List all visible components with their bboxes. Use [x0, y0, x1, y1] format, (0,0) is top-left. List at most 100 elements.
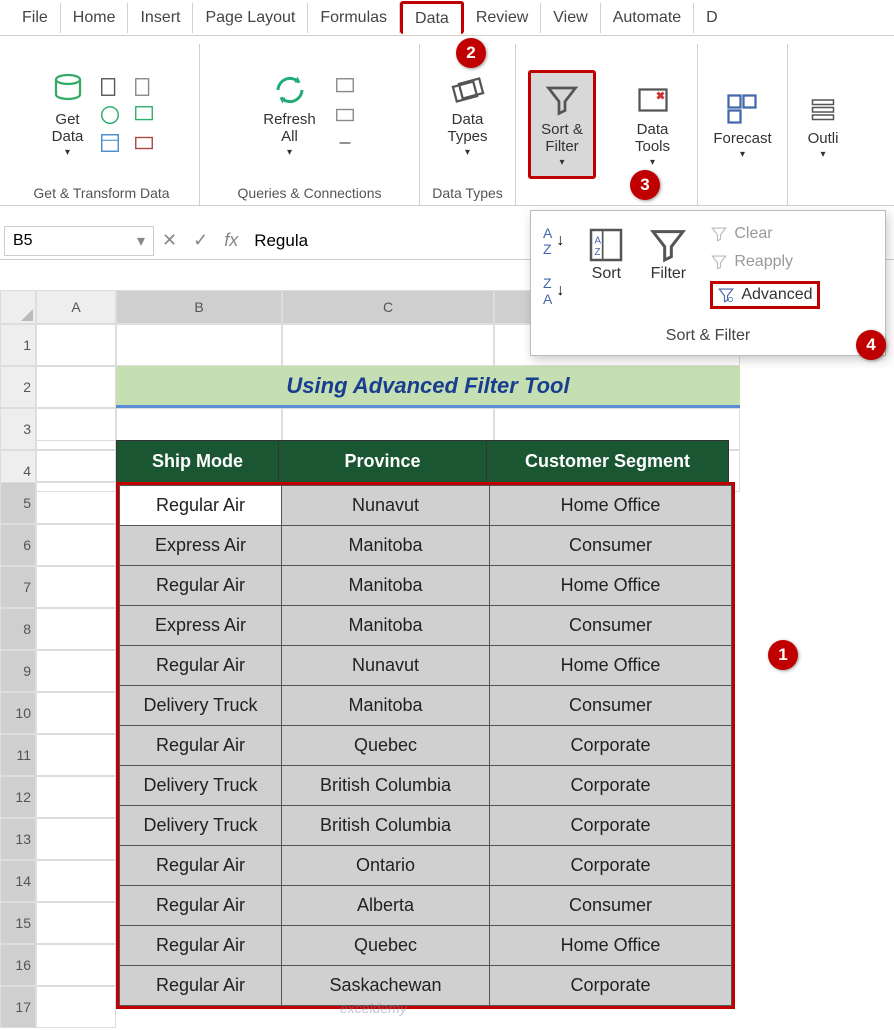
row-header-10[interactable]: 10 — [0, 692, 36, 734]
picture-icon[interactable] — [133, 104, 155, 126]
row-header-15[interactable]: 15 — [0, 902, 36, 944]
cancel-icon[interactable]: ✕ — [162, 230, 177, 251]
table-cell[interactable]: Home Office — [490, 566, 732, 606]
row-header-16[interactable]: 16 — [0, 944, 36, 986]
table-cell[interactable]: Home Office — [490, 646, 732, 686]
table-cell[interactable]: Ontario — [282, 846, 490, 886]
recent-icon[interactable] — [133, 76, 155, 98]
table-cell[interactable]: Nunavut — [282, 646, 490, 686]
row-header-5[interactable]: 5 — [0, 482, 36, 524]
table-cell[interactable]: Manitoba — [282, 686, 490, 726]
row-header-1[interactable]: 1 — [0, 324, 36, 366]
table-cell[interactable]: Regular Air — [120, 846, 282, 886]
header-province[interactable]: Province — [279, 441, 487, 483]
table-cell[interactable]: Delivery Truck — [120, 686, 282, 726]
table-row[interactable]: Express AirManitobaConsumer — [120, 606, 732, 646]
table-cell[interactable]: Consumer — [490, 686, 732, 726]
queries-icon[interactable] — [334, 76, 356, 98]
row-header-7[interactable]: 7 — [0, 566, 36, 608]
row-header-13[interactable]: 13 — [0, 818, 36, 860]
table-cell[interactable]: Manitoba — [282, 566, 490, 606]
table-cell[interactable]: Consumer — [490, 886, 732, 926]
tab-file[interactable]: File — [10, 3, 61, 33]
row-header-3[interactable]: 3 — [0, 408, 36, 450]
table-cell[interactable]: Corporate — [490, 766, 732, 806]
col-header-c[interactable]: C — [282, 290, 494, 324]
properties-icon[interactable] — [334, 104, 356, 126]
table-row[interactable]: Regular AirNunavutHome Office — [120, 486, 732, 526]
row-header-12[interactable]: 12 — [0, 776, 36, 818]
tab-page-layout[interactable]: Page Layout — [193, 3, 308, 33]
tab-home[interactable]: Home — [61, 3, 129, 33]
table-row[interactable]: Delivery TruckManitobaConsumer — [120, 686, 732, 726]
row-header-2[interactable]: 2 — [0, 366, 36, 408]
table-cell[interactable]: Regular Air — [120, 646, 282, 686]
table-row[interactable]: Express AirManitobaConsumer — [120, 526, 732, 566]
table-row[interactable]: Regular AirAlbertaConsumer — [120, 886, 732, 926]
table-cell[interactable]: Consumer — [490, 526, 732, 566]
table-cell[interactable]: Manitoba — [282, 526, 490, 566]
table-cell[interactable]: Quebec — [282, 926, 490, 966]
table-cell[interactable]: Corporate — [490, 846, 732, 886]
table-row[interactable]: Regular AirManitobaHome Office — [120, 566, 732, 606]
select-all-corner[interactable] — [0, 290, 36, 324]
table-cell[interactable]: Quebec — [282, 726, 490, 766]
refresh-all-button[interactable]: Refresh All ▾ — [263, 71, 316, 158]
tab-formulas[interactable]: Formulas — [308, 3, 400, 33]
row-header-14[interactable]: 14 — [0, 860, 36, 902]
forecast-button[interactable]: Forecast ▾ — [713, 90, 771, 160]
table-cell[interactable]: Delivery Truck — [120, 806, 282, 846]
table-cell[interactable]: British Columbia — [282, 806, 490, 846]
table-cell[interactable]: Corporate — [490, 966, 732, 1006]
from-web-icon[interactable] — [99, 104, 121, 126]
get-data-button[interactable]: Get Data ▾ — [49, 71, 87, 158]
table-row[interactable]: Delivery TruckBritish ColumbiaCorporate — [120, 766, 732, 806]
col-header-b[interactable]: B — [116, 290, 282, 324]
filter-button[interactable]: Filter — [648, 225, 688, 283]
col-header-a[interactable]: A — [36, 290, 116, 324]
table-cell[interactable]: Express Air — [120, 526, 282, 566]
tab-automate[interactable]: Automate — [601, 3, 694, 33]
table-cell[interactable]: Regular Air — [120, 886, 282, 926]
header-ship-mode[interactable]: Ship Mode — [117, 441, 279, 483]
header-customer-segment[interactable]: Customer Segment — [487, 441, 729, 483]
table-cell[interactable]: Regular Air — [120, 566, 282, 606]
table-cell[interactable]: Nunavut — [282, 486, 490, 526]
table-row[interactable]: Regular AirQuebecCorporate — [120, 726, 732, 766]
enter-icon[interactable]: ✓ — [193, 230, 208, 251]
sort-filter-button[interactable]: Sort & Filter ▾ — [528, 70, 596, 179]
tab-data[interactable]: Data — [400, 1, 464, 34]
fx-icon[interactable]: fx — [224, 230, 238, 251]
table-cell[interactable]: Express Air — [120, 606, 282, 646]
row-header-9[interactable]: 9 — [0, 650, 36, 692]
row-header-6[interactable]: 6 — [0, 524, 36, 566]
from-table-icon[interactable] — [99, 132, 121, 154]
outline-button[interactable]: Outli ▾ — [804, 90, 842, 160]
table-cell[interactable]: Regular Air — [120, 726, 282, 766]
table-cell[interactable]: Regular Air — [120, 926, 282, 966]
table-cell[interactable]: Home Office — [490, 926, 732, 966]
table-cell[interactable]: Corporate — [490, 726, 732, 766]
row-header-17[interactable]: 17 — [0, 986, 36, 1028]
chevron-down-icon[interactable]: ▾ — [137, 231, 145, 251]
sort-desc-button[interactable]: ZA ↓ — [543, 275, 564, 307]
table-cell[interactable]: Consumer — [490, 606, 732, 646]
edit-links-icon[interactable] — [334, 132, 356, 154]
table-cell[interactable]: Manitoba — [282, 606, 490, 646]
data-tools-button[interactable]: Data Tools ▾ — [634, 81, 672, 168]
tab-review[interactable]: Review — [464, 3, 541, 33]
advanced-button[interactable]: Advanced — [710, 281, 820, 309]
table-cell[interactable]: British Columbia — [282, 766, 490, 806]
table-cell[interactable]: Corporate — [490, 806, 732, 846]
table-row[interactable]: Regular AirSaskachewanCorporate — [120, 966, 732, 1006]
connections-icon[interactable] — [133, 132, 155, 154]
table-row[interactable]: Regular AirQuebecHome Office — [120, 926, 732, 966]
sort-button[interactable]: AZ Sort — [586, 225, 626, 283]
table-row[interactable]: Regular AirOntarioCorporate — [120, 846, 732, 886]
table-cell[interactable]: Regular Air — [120, 486, 282, 526]
sort-asc-button[interactable]: AZ ↓ — [543, 225, 564, 257]
data-types-button[interactable]: Data Types ▾ — [447, 71, 487, 158]
tab-insert[interactable]: Insert — [128, 3, 193, 33]
from-text-icon[interactable] — [99, 76, 121, 98]
table-row[interactable]: Regular AirNunavutHome Office — [120, 646, 732, 686]
